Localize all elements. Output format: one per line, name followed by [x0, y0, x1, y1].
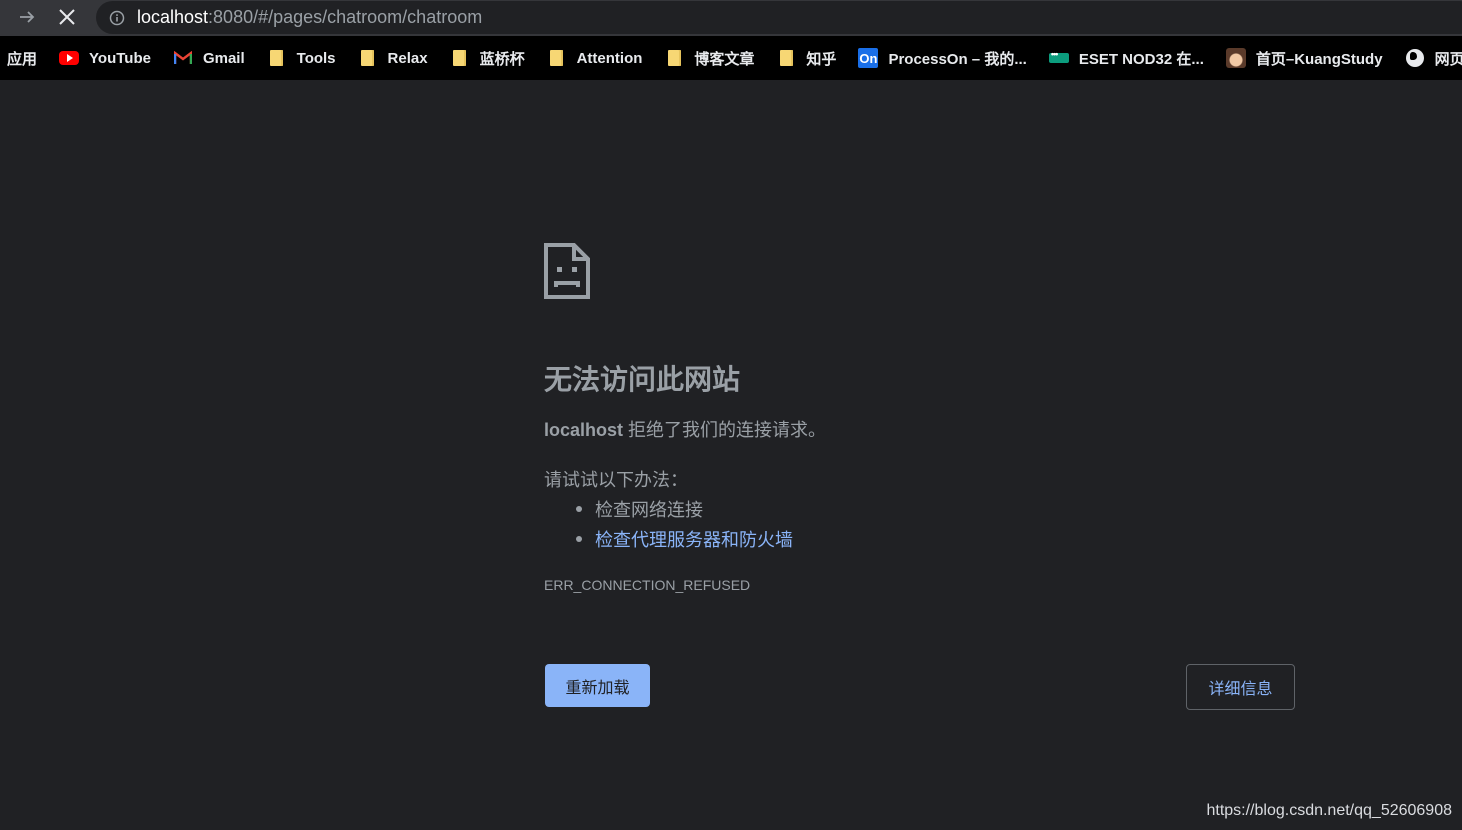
processon-icon: On	[858, 48, 879, 68]
bookmark-label: ProcessOn – 我的...	[888, 50, 1027, 68]
bookmark-apps[interactable]: 应用	[7, 43, 37, 73]
bookmark-eset[interactable]: ESET NOD32 在...	[1048, 43, 1204, 73]
bookmark-folder-attention[interactable]: Attention	[547, 43, 643, 73]
bookmark-processon[interactable]: On ProcessOn – 我的...	[858, 43, 1027, 73]
suggestion-link-text[interactable]: 检查代理服务器和防火墙	[595, 526, 793, 552]
globe-icon	[1405, 49, 1425, 67]
folder-icon	[267, 49, 287, 67]
bookmark-folder-lanqiao[interactable]: 蓝桥杯	[450, 43, 525, 73]
folder-icon	[547, 49, 567, 67]
bookmark-label: YouTube	[89, 49, 151, 67]
bookmark-folder-relax[interactable]: Relax	[358, 43, 428, 73]
watermark: https://blog.csdn.net/qq_52606908	[1206, 802, 1452, 819]
close-icon	[59, 9, 75, 25]
error-message: localhost 拒绝了我们的连接请求。	[544, 416, 826, 442]
address-bar[interactable]: localhost:8080/#/pages/chatroom/chatroom	[96, 1, 1462, 34]
bookmark-youtube[interactable]: YouTube	[59, 43, 151, 73]
bullet	[576, 506, 582, 512]
error-host: localhost	[544, 420, 624, 440]
bookmark-label: Relax	[387, 49, 428, 67]
error-message-text: 拒绝了我们的连接请求。	[623, 420, 827, 440]
sad-page-icon	[544, 243, 590, 299]
bookmark-label: 应用	[7, 50, 38, 68]
avatar-icon	[1225, 48, 1246, 68]
arrow-right-icon	[20, 11, 35, 23]
info-icon[interactable]	[108, 9, 126, 27]
browser-toolbar: localhost:8080/#/pages/chatroom/chatroom	[0, 0, 1462, 36]
bookmark-folder-blog[interactable]: 博客文章	[664, 43, 754, 73]
bookmarks-bar: 应用 YouTube Gmail Tools Relax 蓝桥杯 Attenti…	[0, 36, 1462, 80]
url-text: localhost:8080/#/pages/chatroom/chatroom	[137, 7, 482, 28]
folder-icon	[776, 49, 796, 67]
bookmark-kuangstudy[interactable]: 首页–KuangStudy	[1225, 43, 1383, 73]
gmail-icon	[173, 49, 193, 67]
bookmark-label: 网页转	[1434, 50, 1462, 68]
bookmark-label: 博客文章	[694, 50, 755, 68]
suggestions-heading: 请试试以下办法：	[544, 470, 688, 490]
suggestion-item: 检查网络连接	[576, 496, 703, 522]
suggestion-text: 检查网络连接	[595, 500, 703, 520]
eset-icon	[1048, 49, 1069, 67]
url-path: :8080/#/pages/chatroom/chatroom	[208, 7, 483, 27]
error-title: 无法访问此网站	[544, 363, 741, 396]
youtube-icon	[59, 49, 80, 67]
bookmark-label: Attention	[576, 49, 643, 67]
bookmark-gmail[interactable]: Gmail	[173, 43, 245, 73]
bookmark-web-convert[interactable]: 网页转	[1405, 43, 1462, 73]
url-host: localhost	[137, 7, 209, 27]
bookmark-label: 蓝桥杯	[479, 50, 525, 68]
bookmark-label: Gmail	[202, 49, 245, 67]
reload-button[interactable]: 重新加载	[545, 664, 650, 707]
stop-loading-button[interactable]	[52, 2, 82, 32]
bookmark-label: 知乎	[806, 50, 837, 68]
bullet	[576, 536, 582, 542]
bookmark-label: Tools	[296, 49, 336, 67]
forward-button[interactable]	[12, 2, 42, 32]
details-button[interactable]: 详细信息	[1186, 664, 1295, 710]
folder-icon	[664, 49, 684, 67]
bookmark-folder-tools[interactable]: Tools	[267, 43, 336, 73]
folder-icon	[358, 49, 378, 67]
error-code: ERR_CONNECTION_REFUSED	[544, 577, 751, 593]
bookmark-folder-zhihu[interactable]: 知乎	[776, 43, 836, 73]
bookmark-label: 首页–KuangStudy	[1255, 50, 1383, 68]
bookmark-label: ESET NOD32 在...	[1078, 50, 1204, 68]
folder-icon	[450, 49, 470, 67]
suggestion-link-proxy-firewall[interactable]: 检查代理服务器和防火墙	[576, 526, 793, 552]
error-page: 无法访问此网站 localhost 拒绝了我们的连接请求。 请试试以下办法： 检…	[0, 80, 1462, 830]
